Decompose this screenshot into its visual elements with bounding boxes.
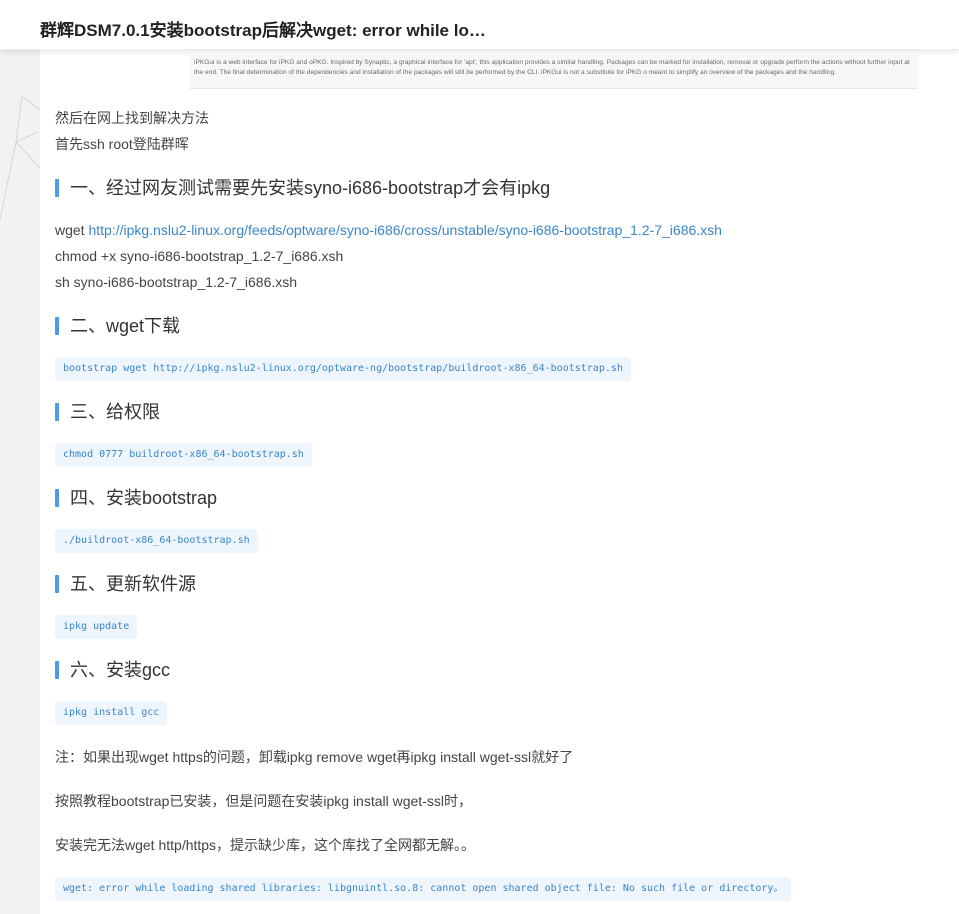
screenshot-text: iPKGui is a web interface for iPKG and o… (194, 59, 910, 76)
section-heading: 二、wget下载 (55, 316, 180, 336)
command-line: sh syno-i686-bootstrap_1.2-7_i686.xsh (55, 274, 298, 290)
section-heading: 四、安装bootstrap (55, 488, 217, 508)
section-heading-text: 五、更新软件源 (70, 574, 196, 594)
section-heading-text: 三、给权限 (70, 402, 160, 422)
section-heading-text: 六、安装gcc (70, 660, 171, 680)
section-heading-text: 一、经过网友测试需要先安装syno-i686-bootstrap才会有ipkg (70, 178, 551, 198)
code-block: ./buildroot-x86_64-bootstrap.sh (55, 529, 258, 553)
section-heading-text: 四、安装bootstrap (70, 488, 218, 508)
intro-line: 首先ssh root登陆群晖 (55, 136, 189, 152)
heading-accent-bar (55, 661, 59, 679)
section-heading: 三、给权限 (55, 402, 160, 422)
command-line: chmod +x syno-i686-bootstrap_1.2-7_i686.… (55, 248, 344, 264)
ipkgui-screenshot: iPKGui is a web interface for iPKG and o… (190, 55, 918, 89)
page-title: 群辉DSM7.0.1安装bootstrap后解决wget: error whil… (40, 21, 486, 40)
note-paragraph: 注：如果出现wget https的问题，卸载ipkg remove wget再i… (55, 749, 574, 765)
header-bar: 群辉DSM7.0.1安装bootstrap后解决wget: error whil… (0, 0, 959, 50)
bootstrap-download-link[interactable]: http://ipkg.nslu2-linux.org/feeds/optwar… (88, 222, 721, 238)
code-block: ipkg update (55, 615, 138, 639)
section-heading: 一、经过网友测试需要先安装syno-i686-bootstrap才会有ipkg (55, 178, 550, 198)
code-block: bootstrap wget http://ipkg.nslu2-linux.o… (55, 357, 631, 381)
intro-line: 然后在网上找到解决方法 (55, 110, 209, 126)
section-heading-text: 二、wget下载 (70, 316, 181, 336)
section-heading: 六、安装gcc (55, 660, 170, 680)
note-paragraph: 按照教程bootstrap已安装，但是问题在安装ipkg install wge… (55, 793, 472, 809)
article-body: iPKGui is a web interface for iPKG and o… (40, 50, 959, 914)
error-code-block: wget: error while loading shared librari… (55, 877, 792, 901)
wget-prefix: wget (55, 222, 89, 238)
background-decoration (0, 95, 40, 221)
code-block: chmod 0777 buildroot-x86_64-bootstrap.sh (55, 443, 312, 467)
heading-accent-bar (55, 317, 59, 335)
note-paragraph: 安装完无法wget http/https，提示缺少库，这个库找了全网都无解。。 (55, 837, 476, 853)
code-block: ipkg install gcc (55, 701, 168, 725)
heading-accent-bar (55, 179, 59, 197)
wget-line: wget http://ipkg.nslu2-linux.org/feeds/o… (55, 220, 722, 240)
heading-accent-bar (55, 403, 59, 421)
section-heading: 五、更新软件源 (55, 574, 196, 594)
heading-accent-bar (55, 575, 59, 593)
heading-accent-bar (55, 489, 59, 507)
